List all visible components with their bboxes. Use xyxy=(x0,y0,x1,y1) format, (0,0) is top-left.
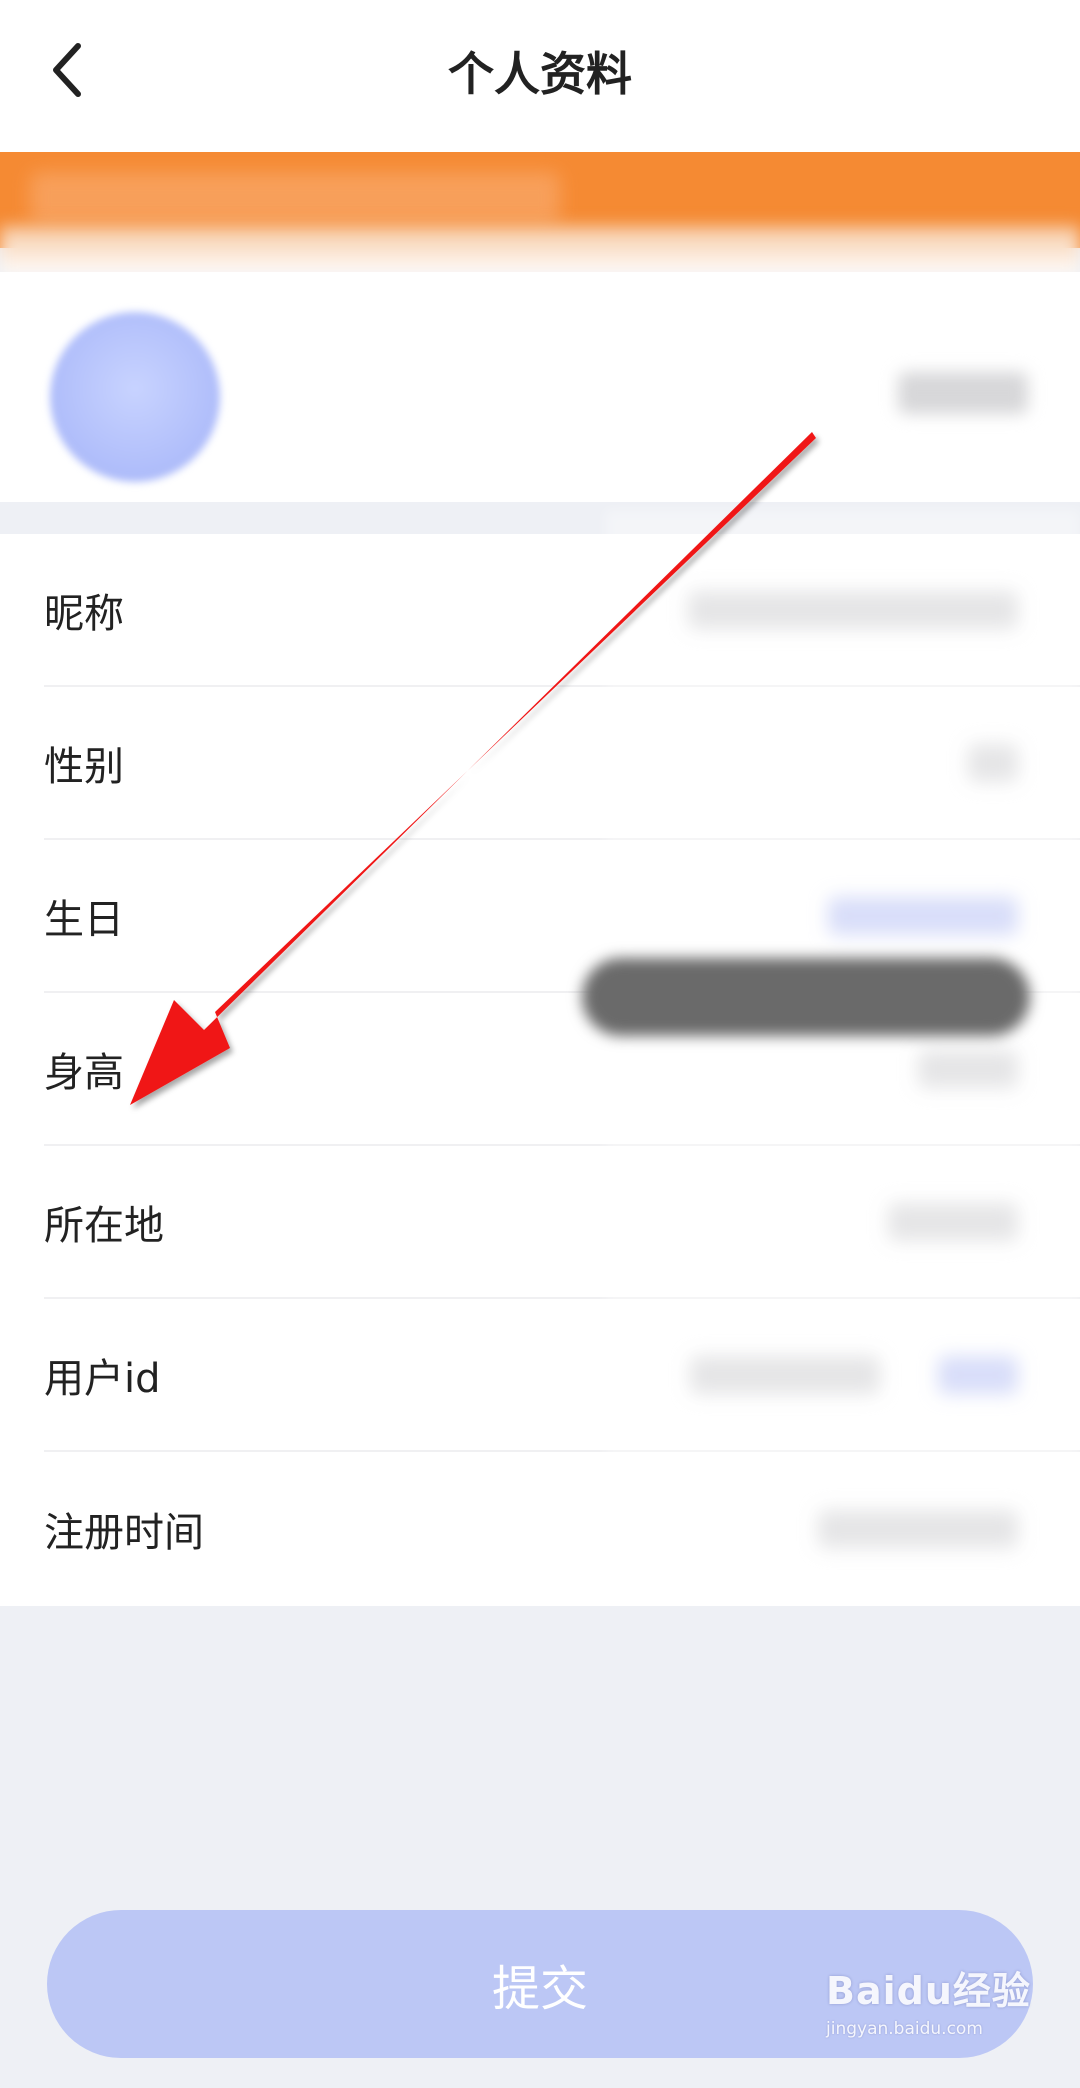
notice-fade xyxy=(0,226,1080,276)
watermark-brand: Baidu经验 xyxy=(826,1969,1031,2013)
field-value-redacted xyxy=(918,1049,1018,1088)
notice-text-redacted xyxy=(30,172,560,224)
field-row-location[interactable]: 所在地 xyxy=(44,1146,1080,1299)
copy-link-redacted[interactable] xyxy=(938,1355,1018,1394)
avatar-value-redacted xyxy=(898,372,1028,414)
top-nav-bar: 个人资料 xyxy=(0,0,1080,152)
avatar[interactable] xyxy=(50,312,220,482)
field-value-redacted xyxy=(968,743,1018,782)
field-value-redacted xyxy=(818,1509,1018,1548)
avatar-row[interactable] xyxy=(0,272,1080,502)
page-title: 个人资料 xyxy=(448,47,632,101)
field-row-gender[interactable]: 性别 xyxy=(44,687,1080,840)
field-label: 身高 xyxy=(44,1049,124,1096)
profile-field-list: 昵称 性别 生日 身高 所在地 用户id 注册时间 xyxy=(0,534,1080,1606)
field-value-redacted xyxy=(888,1202,1018,1241)
field-label: 注册时间 xyxy=(44,1509,204,1556)
watermark-url: jingyan.baidu.com xyxy=(826,2019,983,2039)
field-label: 用户id xyxy=(44,1355,161,1402)
field-label: 昵称 xyxy=(44,590,124,637)
field-value-redacted xyxy=(828,896,1018,935)
field-value-redacted xyxy=(690,1355,880,1394)
field-label: 性别 xyxy=(44,743,124,790)
field-row-nickname[interactable]: 昵称 xyxy=(44,534,1080,687)
baidu-jingyan-watermark: Baidu经验 jingyan.baidu.com xyxy=(826,1960,1056,2070)
field-label: 生日 xyxy=(44,896,124,943)
field-label: 所在地 xyxy=(44,1202,164,1249)
field-value-redacted xyxy=(688,590,1018,629)
field-row-user-id[interactable]: 用户id xyxy=(44,1299,1080,1452)
field-row-register-time[interactable]: 注册时间 xyxy=(44,1452,1080,1605)
toast-redacted xyxy=(582,958,1030,1036)
